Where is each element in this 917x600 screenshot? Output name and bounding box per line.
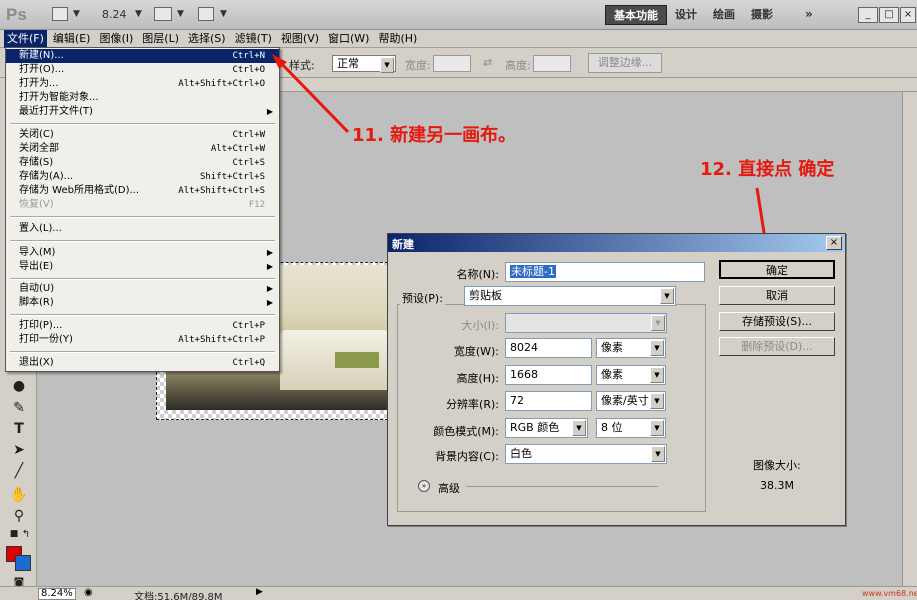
width-label: 宽度(W): — [453, 345, 499, 358]
delete-preset-button: 删除预设(D)... — [719, 337, 835, 356]
width-input[interactable]: 8024 — [505, 338, 592, 358]
chevron-down-icon: ▼ — [650, 367, 664, 383]
preset-label: 预设(P): — [400, 290, 445, 306]
name-field[interactable]: 未标题-1 — [505, 262, 705, 282]
resolution-input[interactable]: 72 — [505, 391, 592, 411]
chevron-down-icon: ▼ — [651, 446, 665, 462]
dialog-titlebar[interactable] — [388, 234, 845, 252]
color-mode-select[interactable]: RGB 颜色 ▼ — [505, 418, 588, 438]
ok-button[interactable]: 确定 — [719, 260, 835, 279]
chevron-down-icon: ▼ — [650, 340, 664, 356]
height-input[interactable]: 1668 — [505, 365, 592, 385]
preset-select[interactable]: 剪贴板 ▼ — [464, 286, 676, 306]
advanced-label: 高级 — [438, 482, 460, 495]
chevron-down-icon: ▼ — [650, 393, 664, 409]
cancel-button[interactable]: 取消 — [719, 286, 835, 305]
dialog-close-button[interactable]: × — [826, 236, 842, 250]
advanced-expand-icon[interactable]: » — [418, 480, 430, 492]
resolution-label: 分辨率(R): — [446, 398, 499, 411]
bit-depth-select[interactable]: 8 位 ▼ — [596, 418, 666, 438]
size-select: ▼ — [505, 313, 667, 333]
advanced-divider — [466, 486, 658, 487]
resolution-unit-select[interactable]: 像素/英寸 ▼ — [596, 391, 666, 411]
chevron-down-icon: ▼ — [660, 288, 674, 304]
chevron-down-icon: ▼ — [572, 420, 586, 436]
chevron-down-icon: ▼ — [650, 420, 664, 436]
width-unit-select[interactable]: 像素 ▼ — [596, 338, 666, 358]
background-contents-select[interactable]: 白色 ▼ — [505, 444, 667, 464]
color-mode-label: 颜色模式(M): — [433, 425, 499, 438]
image-size-value: 38.3M — [760, 479, 794, 492]
height-label: 高度(H): — [456, 372, 499, 385]
save-preset-button[interactable]: 存储预设(S)... — [719, 312, 835, 331]
arrow-step11 — [276, 58, 350, 134]
annotation-step11: 11. 新建另一画布。 — [352, 125, 517, 146]
name-label: 名称(N): — [456, 268, 499, 281]
size-label: 大小(I): — [461, 319, 499, 332]
background-contents-label: 背景内容(C): — [435, 450, 499, 463]
image-size-label: 图像大小: — [753, 459, 801, 472]
dialog-title: 新建 — [392, 238, 414, 251]
chevron-down-icon: ▼ — [651, 315, 665, 331]
annotation-step12: 12. 直接点 确定 — [700, 159, 835, 180]
height-unit-select[interactable]: 像素 ▼ — [596, 365, 666, 385]
